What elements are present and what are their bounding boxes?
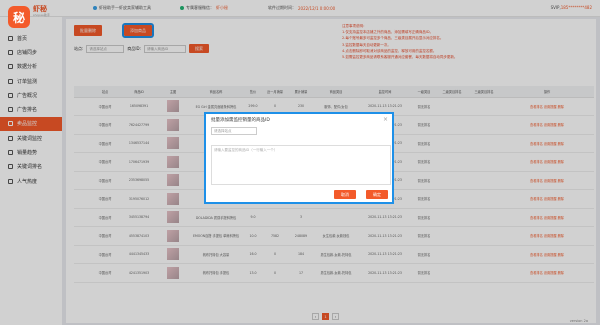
add-product-modal: 批量添加需监控销量的商品ID × 请选择站点 请输入要监控的商品ID（一行输入一… — [204, 112, 394, 204]
app-logo: 秘 — [8, 6, 30, 28]
cancel-button[interactable]: 取消 — [334, 190, 356, 199]
product-id-textarea[interactable]: 请输入要监控的商品ID（一行输入一个） — [211, 145, 391, 185]
confirm-button[interactable]: 确定 — [366, 190, 388, 199]
modal-site-select[interactable]: 请选择站点 — [211, 127, 257, 135]
close-icon[interactable]: × — [383, 116, 388, 123]
modal-title: 批量添加需监控销量的商品ID — [211, 118, 270, 123]
